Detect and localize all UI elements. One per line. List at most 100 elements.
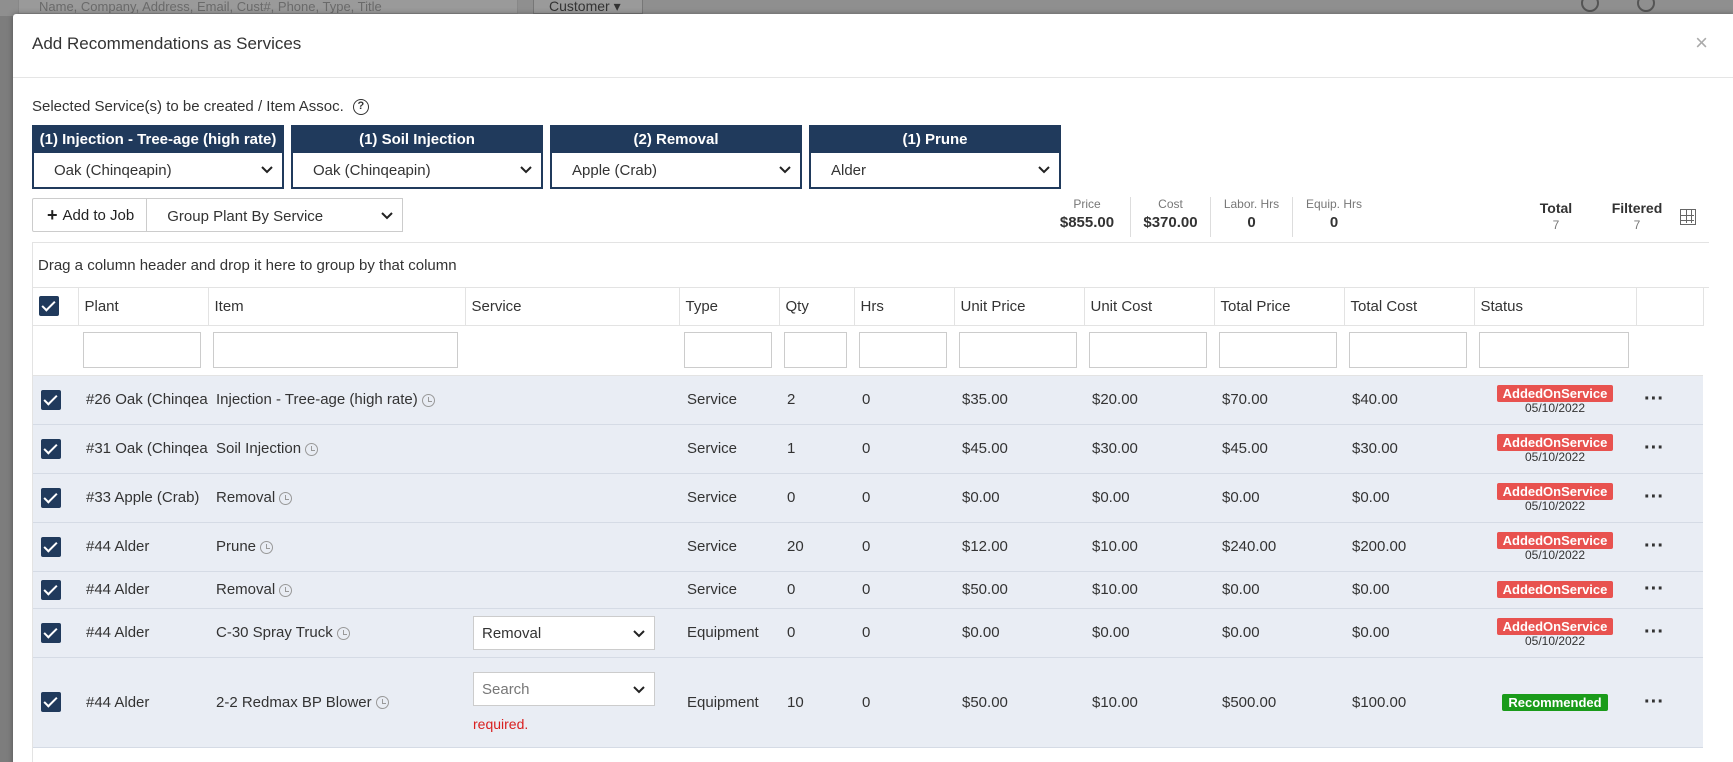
item-cell: C-30 Spray Truck — [208, 608, 465, 658]
row-checkbox[interactable] — [41, 438, 61, 459]
type-cell: Service — [679, 473, 779, 523]
group-by-select[interactable]: Group Plant By Service — [147, 198, 404, 232]
type-filter-input[interactable] — [684, 332, 772, 368]
history-icon[interactable] — [375, 696, 389, 710]
service-select[interactable]: Removal — [473, 615, 655, 650]
hrs-filter-input[interactable] — [859, 332, 947, 368]
qty-cell: 0 — [779, 571, 854, 609]
total-cost-filter-input[interactable] — [1349, 332, 1467, 368]
unit-cost-filter-input[interactable] — [1089, 332, 1207, 368]
column-header[interactable]: Unit Cost — [1084, 288, 1215, 326]
column-header[interactable]: Service — [465, 288, 680, 326]
row-checkbox-cell[interactable] — [33, 375, 78, 425]
table-row[interactable]: #44 Alder C-30 Spray Truck Removal Equip… — [33, 608, 1703, 658]
qty-cell: 0 — [779, 473, 854, 523]
table-row[interactable]: #31 Oak (Chinqea Soil Injection Service … — [33, 424, 1703, 474]
column-header[interactable]: Unit Price — [954, 288, 1085, 326]
unit-price-filter-input[interactable] — [959, 332, 1077, 368]
row-checkbox[interactable] — [41, 389, 61, 410]
qty-filter-input[interactable] — [784, 332, 847, 368]
column-header[interactable]: Plant — [78, 288, 209, 326]
service-box: (1) Soil Injection Oak (Chinqeapin) — [291, 125, 543, 189]
chevron-down-icon — [520, 166, 532, 174]
select-all-header[interactable] — [33, 288, 79, 326]
service-search-select[interactable]: Search — [473, 672, 655, 706]
add-to-job-label: Add to Job — [62, 206, 135, 224]
select-all-checkbox[interactable] — [39, 296, 59, 317]
row-actions-cell: ··· — [1636, 657, 1703, 748]
column-header[interactable]: Item — [208, 288, 466, 326]
history-icon[interactable] — [336, 626, 350, 640]
column-header[interactable]: Type — [679, 288, 780, 326]
hrs-cell: 0 — [854, 571, 954, 609]
service-plant-select[interactable]: Oak (Chinqeapin) — [34, 153, 282, 187]
unit-cost-cell: $0.00 — [1084, 473, 1214, 523]
type-cell: Equipment — [679, 608, 779, 658]
service-cell — [465, 571, 679, 609]
row-checkbox-cell[interactable] — [33, 522, 78, 572]
column-header[interactable]: Hrs — [854, 288, 955, 326]
table-row[interactable]: #33 Apple (Crab) Removal Service 0 0 $0.… — [33, 473, 1703, 523]
table-row[interactable]: #44 Alder 2-2 Redmax BP Blower Search re… — [33, 657, 1703, 748]
row-checkbox[interactable] — [41, 579, 61, 600]
status-badge: AddedOnService — [1496, 433, 1614, 451]
more-icon[interactable]: ··· — [1644, 388, 1664, 410]
total-price-cell: $0.00 — [1214, 608, 1344, 658]
more-icon[interactable]: ··· — [1644, 691, 1664, 713]
item-text: Prune — [216, 538, 257, 555]
row-checkbox-cell[interactable] — [33, 608, 78, 658]
row-checkbox[interactable] — [41, 536, 61, 557]
more-icon[interactable]: ··· — [1644, 621, 1664, 643]
row-checkbox[interactable] — [41, 692, 61, 712]
service-plant-value: Oak (Chinqeapin) — [54, 162, 172, 179]
column-header[interactable]: Total Cost — [1344, 288, 1475, 326]
item-filter-input[interactable] — [213, 332, 458, 368]
modal-title: Add Recommendations as Services — [32, 34, 302, 53]
service-plant-select[interactable]: Apple (Crab) — [552, 153, 800, 187]
history-icon[interactable] — [421, 393, 435, 407]
stat-price-value: $855.00 — [1059, 214, 1115, 231]
table-row[interactable]: #44 Alder Prune Service 20 0 $12.00 $10.… — [33, 522, 1703, 572]
more-icon[interactable]: ··· — [1644, 437, 1664, 459]
column-header[interactable]: Status — [1474, 288, 1637, 326]
hrs-cell: 0 — [854, 657, 954, 748]
hrs-cell: 0 — [854, 375, 954, 425]
history-icon[interactable] — [279, 491, 293, 505]
history-icon[interactable] — [279, 583, 293, 597]
add-to-job-button[interactable]: + Add to Job — [32, 198, 148, 232]
unit-cost-cell: $0.00 — [1084, 608, 1214, 658]
more-icon[interactable]: ··· — [1644, 486, 1664, 508]
row-checkbox-cell[interactable] — [33, 424, 78, 474]
filter-cell — [954, 325, 1084, 376]
column-header[interactable]: Total Price — [1214, 288, 1345, 326]
plant-filter-input[interactable] — [83, 332, 201, 368]
unit-price-cell: $35.00 — [954, 375, 1084, 425]
table-row[interactable]: #44 Alder Removal Service 0 0 $50.00 $10… — [33, 571, 1703, 609]
more-icon[interactable]: ··· — [1644, 578, 1664, 600]
row-actions-cell: ··· — [1636, 375, 1703, 425]
column-header[interactable]: Qty — [779, 288, 855, 326]
service-plant-select[interactable]: Oak (Chinqeapin) — [293, 153, 541, 187]
row-checkbox-cell[interactable] — [33, 571, 78, 609]
row-checkbox[interactable] — [41, 487, 61, 508]
history-icon[interactable] — [260, 540, 274, 554]
close-icon[interactable]: × — [1695, 30, 1708, 56]
total-cost-cell: $0.00 — [1344, 571, 1474, 609]
item-text: Injection - Tree-age (high rate) — [216, 391, 418, 408]
filter-cell — [679, 325, 779, 376]
status-filter-input[interactable] — [1479, 332, 1629, 368]
total-price-filter-input[interactable] — [1219, 332, 1337, 368]
table-row[interactable]: #26 Oak (Chinqea Injection - Tree-age (h… — [33, 375, 1703, 425]
more-icon[interactable]: ··· — [1644, 535, 1664, 557]
row-checkbox-cell[interactable] — [33, 657, 78, 748]
service-plant-select[interactable]: Alder — [811, 153, 1059, 187]
history-icon[interactable] — [305, 442, 319, 456]
stat-equip-value: 0 — [1329, 214, 1339, 231]
grid-layout-icon[interactable] — [1680, 209, 1696, 225]
total-cost-cell: $100.00 — [1344, 657, 1474, 748]
row-checkbox[interactable] — [41, 622, 61, 643]
question-icon[interactable]: ? — [352, 98, 369, 115]
row-checkbox-cell[interactable] — [33, 473, 78, 523]
group-drop-panel[interactable]: Drag a column header and drop it here to… — [33, 243, 1709, 288]
status-cell: AddedOnService — [1474, 571, 1636, 609]
